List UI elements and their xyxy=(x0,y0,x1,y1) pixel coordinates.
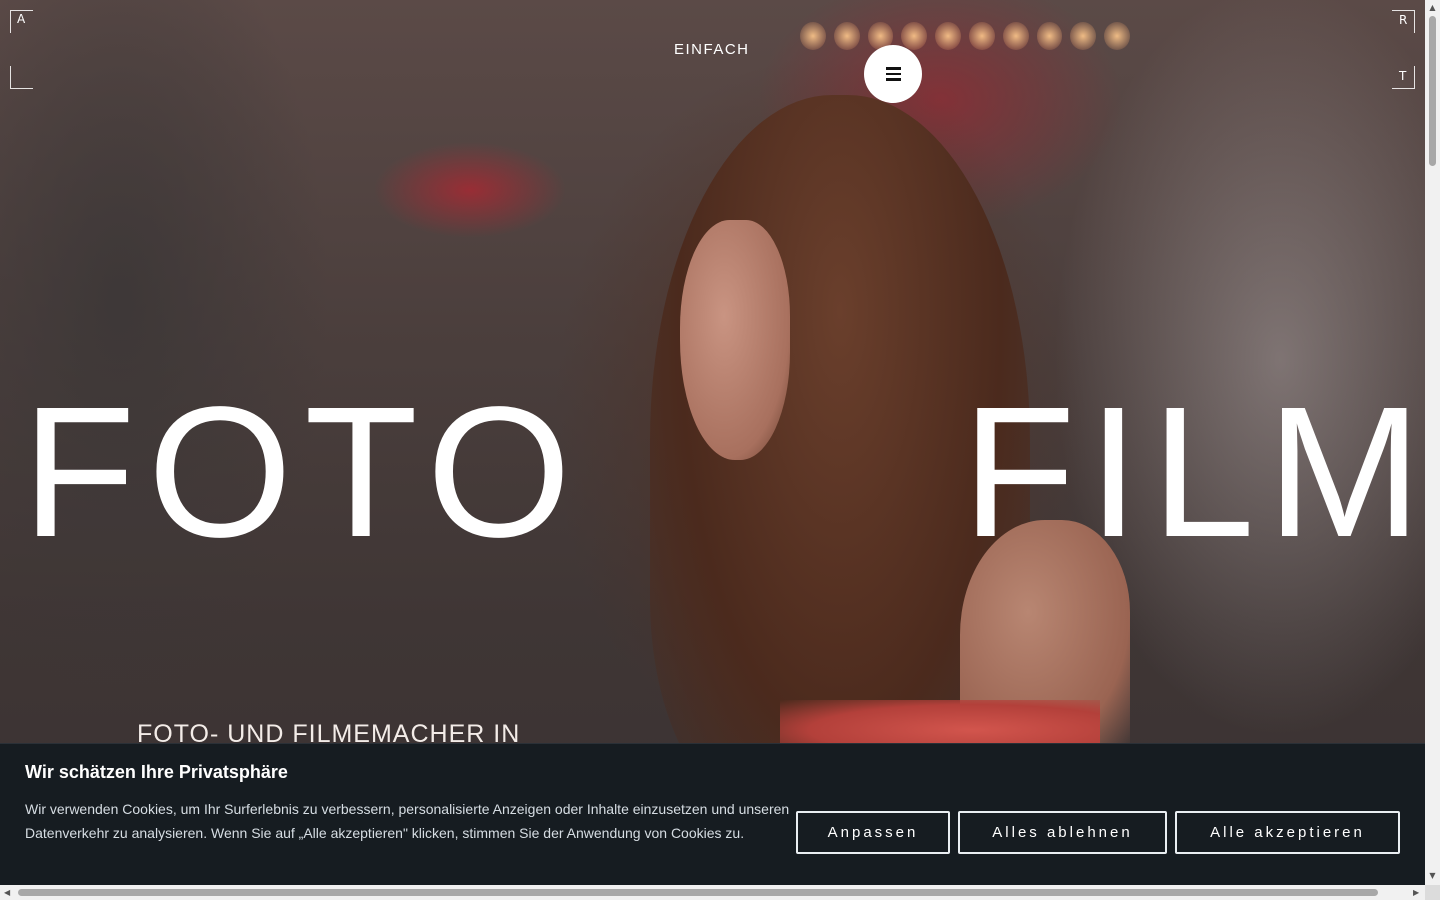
vertical-scrollbar[interactable]: ▲ ▼ xyxy=(1425,0,1440,885)
corner-letter-bottom-right: T xyxy=(1399,69,1407,83)
cookie-banner-text: Wir verwenden Cookies, um Ihr Surferlebn… xyxy=(25,801,790,841)
scroll-right-icon[interactable]: ▶ xyxy=(1413,888,1419,897)
scroll-up-icon[interactable]: ▲ xyxy=(1428,3,1437,12)
hamburger-icon xyxy=(885,67,901,81)
page: A R T EINFACH FOTO FILM FOTO- UND FILMEM… xyxy=(0,0,1440,900)
corner-frame-bottom-left xyxy=(10,66,33,89)
scrollbar-corner xyxy=(1425,885,1440,900)
menu-button[interactable] xyxy=(864,45,922,103)
reject-all-button[interactable]: Alles ablehnen xyxy=(958,811,1167,854)
scroll-down-icon[interactable]: ▼ xyxy=(1428,871,1437,880)
vertical-scrollbar-thumb[interactable] xyxy=(1429,16,1436,166)
accept-all-button[interactable]: Alle akzeptieren xyxy=(1175,811,1400,854)
customize-button[interactable]: Anpassen xyxy=(796,811,950,854)
horizontal-scrollbar[interactable]: ◀ ▶ xyxy=(0,885,1425,900)
cookie-banner-title: Wir schätzen Ihre Privatsphäre xyxy=(25,762,288,782)
hero-word-film: FILM xyxy=(962,369,1434,576)
hero-word-foto: FOTO xyxy=(22,369,584,576)
cookie-banner: Wir schätzen Ihre Privatsphäre Wir verwe… xyxy=(0,743,1425,885)
corner-letter-top-right: R xyxy=(1399,13,1408,27)
corner-letter-top-left: A xyxy=(17,12,26,26)
bokeh-lights xyxy=(800,22,1130,56)
photo-subject-face xyxy=(680,220,790,460)
horizontal-scrollbar-thumb[interactable] xyxy=(18,889,1378,896)
scroll-left-icon[interactable]: ◀ xyxy=(4,888,10,897)
brand-logo-link[interactable]: EINFACH xyxy=(674,41,750,58)
